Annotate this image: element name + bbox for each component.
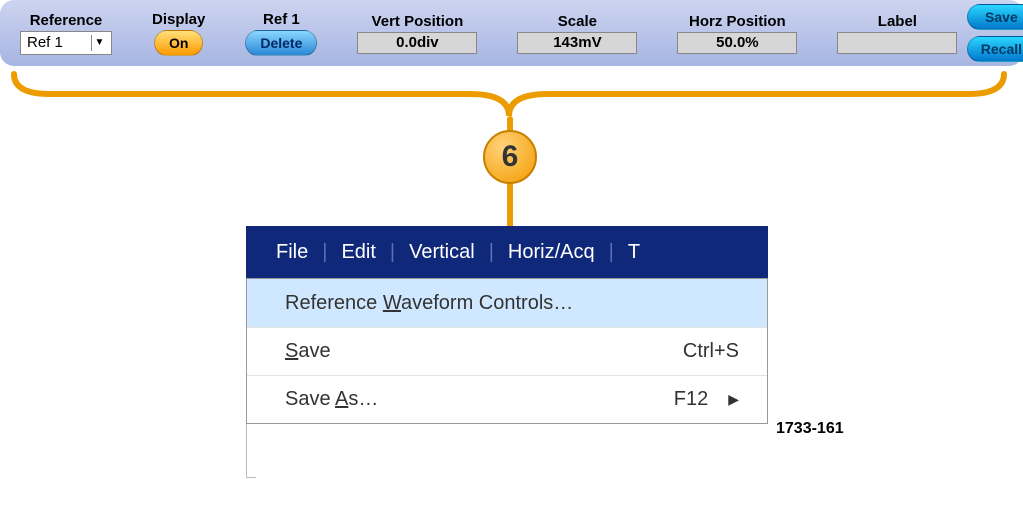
recall-button[interactable]: Recall xyxy=(967,36,1023,62)
ref1-group: Ref 1 Delete xyxy=(245,11,317,56)
menu-item-label: Save xyxy=(285,340,331,363)
menu-item-label: Save As… xyxy=(285,388,378,411)
vert-position-group: Vert Position 0.0div xyxy=(357,13,477,54)
menu-item-save-as[interactable]: Save As… F12 ▶ xyxy=(247,375,767,423)
save-button[interactable]: Save xyxy=(967,4,1023,30)
menu-window: File| Edit| Vertical| Horiz/Acq| T Refer… xyxy=(246,226,768,424)
vert-position-label: Vert Position xyxy=(372,13,464,30)
scale-group: Scale 143mV xyxy=(517,13,637,54)
file-dropdown: Reference Waveform Controls… Save Ctrl+S… xyxy=(246,278,768,424)
scale-field[interactable]: 143mV xyxy=(517,32,637,54)
menu-item-label: Reference Waveform Controls… xyxy=(285,292,573,315)
menu-edit[interactable]: Edit xyxy=(327,241,389,264)
label-group: Label xyxy=(837,13,957,54)
menu-item-shortcut: Ctrl+S xyxy=(683,340,749,363)
menu-item-ref-waveform-controls[interactable]: Reference Waveform Controls… xyxy=(247,279,767,327)
reference-label: Reference xyxy=(30,12,103,29)
scale-label: Scale xyxy=(558,13,597,30)
vert-position-field[interactable]: 0.0div xyxy=(357,32,477,54)
chevron-down-icon[interactable]: ▼ xyxy=(91,35,107,51)
figure-id: 1733-161 xyxy=(776,420,844,438)
display-on-button[interactable]: On xyxy=(154,30,203,56)
label-field[interactable] xyxy=(837,32,957,54)
ref1-label: Ref 1 xyxy=(263,11,300,28)
display-label: Display xyxy=(152,11,205,28)
display-group: Display On xyxy=(152,11,205,56)
reference-toolbar: Reference Ref 1 ▼ Display On Ref 1 Delet… xyxy=(0,0,1023,66)
reference-value: Ref 1 xyxy=(27,34,63,51)
menu-t[interactable]: T xyxy=(614,241,654,264)
delete-button[interactable]: Delete xyxy=(245,30,317,56)
callout-number: 6 xyxy=(483,130,537,184)
menu-item-save[interactable]: Save Ctrl+S xyxy=(247,327,767,375)
menubar: File| Edit| Vertical| Horiz/Acq| T xyxy=(246,226,768,278)
menu-item-shortcut: F12 ▶ xyxy=(674,388,749,411)
label-label: Label xyxy=(878,13,917,30)
horz-position-label: Horz Position xyxy=(689,13,786,30)
menu-vertical[interactable]: Vertical xyxy=(395,241,489,264)
reference-select[interactable]: Ref 1 ▼ xyxy=(20,31,112,55)
horz-position-group: Horz Position 50.0% xyxy=(677,13,797,54)
horz-position-field[interactable]: 50.0% xyxy=(677,32,797,54)
menu-file[interactable]: File xyxy=(262,241,322,264)
callout-brace xyxy=(10,70,1008,118)
reference-group: Reference Ref 1 ▼ xyxy=(20,12,112,55)
menu-horizacq[interactable]: Horiz/Acq xyxy=(494,241,609,264)
right-buttons: Save Recall xyxy=(967,4,1023,62)
submenu-arrow-icon: ▶ xyxy=(728,391,739,408)
